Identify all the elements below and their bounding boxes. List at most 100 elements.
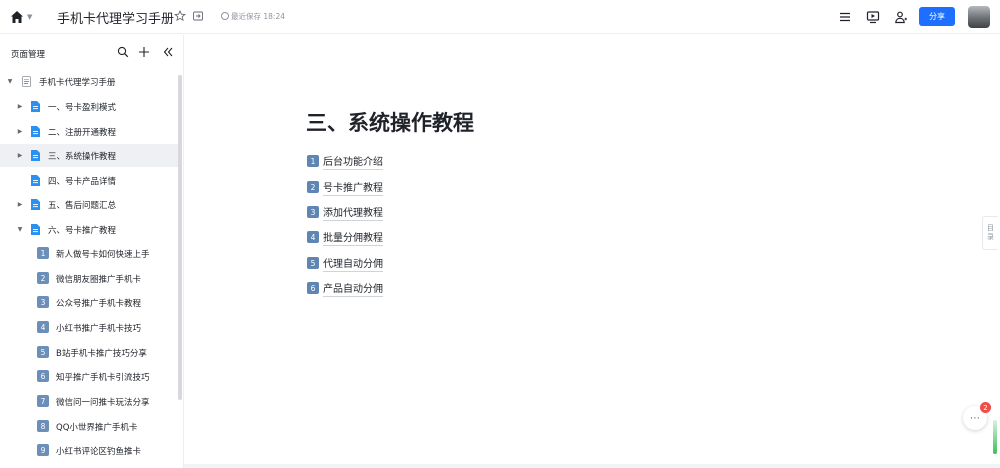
toc-link-label: 代理自动分佣 (323, 255, 383, 272)
more-icon: ⋯ (970, 412, 980, 424)
toc-link[interactable]: 4 批量分佣教程 (307, 229, 383, 246)
chevron-right-icon[interactable]: ▶ (16, 103, 24, 111)
number-badge: 4 (37, 321, 49, 333)
number-badge: 1 (37, 247, 49, 259)
tree-item[interactable]: 四、号卡产品详情 (0, 169, 178, 192)
move-icon[interactable] (192, 10, 204, 22)
home-icon (11, 11, 23, 23)
toc-link-label: 后台功能介绍 (323, 153, 383, 170)
toc-link-label: 添加代理教程 (323, 204, 383, 221)
toc-link-label: 批量分佣教程 (323, 229, 383, 246)
tree-item-label: 六、号卡推广教程 (48, 225, 117, 236)
present-icon[interactable] (866, 10, 880, 24)
add-icon[interactable] (138, 46, 150, 58)
number-badge: 9 (37, 444, 49, 456)
doc-icon (31, 126, 40, 137)
document-body: 三、系统操作教程 1 后台功能介绍 2 号卡推广教程 3 添加代理教程 4 批量… (185, 35, 1000, 468)
number-badge: 1 (307, 155, 319, 167)
toc-link-label: 产品自动分佣 (323, 280, 383, 297)
tree-child-label: 知乎推广手机卡引流技巧 (56, 372, 150, 383)
tree-child[interactable]: 9 小红书评论区钓鱼推卡 (0, 439, 178, 462)
avatar[interactable] (968, 6, 990, 28)
number-badge: 7 (37, 395, 49, 407)
doc-icon (31, 101, 40, 112)
chevron-right-icon[interactable]: ▶ (16, 128, 24, 136)
number-badge: 3 (307, 206, 319, 218)
number-badge: 4 (307, 231, 319, 243)
tree-child[interactable]: 1 新人做号卡如何快速上手 (0, 242, 178, 265)
tree-child-label: 小红书评论区钓鱼推卡 (56, 446, 142, 457)
tree-child-label: 公众号推广手机卡教程 (56, 298, 142, 309)
tree-child-label: 微信问一问推卡玩法分享 (56, 397, 150, 408)
progress-indicator (993, 420, 997, 454)
toc-link-label: 号卡推广教程 (323, 179, 383, 196)
tree-item-label: 四、号卡产品详情 (48, 176, 117, 187)
chevron-down-icon[interactable]: ▼ (16, 226, 24, 234)
collaborators-icon[interactable] (894, 10, 908, 24)
chevron-right-icon[interactable]: ▶ (16, 201, 24, 209)
tree-root[interactable]: ▼ 手机卡代理学习手册 (0, 70, 178, 93)
number-badge: 8 (37, 420, 49, 432)
toc-link[interactable]: 5 代理自动分佣 (307, 255, 383, 272)
number-badge: 5 (307, 257, 319, 269)
outline-label-2: 录 (987, 233, 994, 241)
tree-child[interactable]: 2 微信朋友圈推广手机卡 (0, 267, 178, 290)
star-icon[interactable] (174, 10, 186, 22)
tree-item-label: 五、售后问题汇总 (48, 200, 117, 211)
saved-check-icon (221, 12, 229, 20)
tree-item-label: 二、注册开通教程 (48, 127, 117, 138)
menu-icon[interactable] (838, 10, 852, 24)
tree-item[interactable]: ▶ 五、售后问题汇总 (0, 193, 178, 216)
tree-child[interactable]: 5 B站手机卡推广技巧分享 (0, 341, 178, 364)
tree-child[interactable]: 3 公众号推广手机卡教程 (0, 291, 178, 314)
toc-link[interactable]: 1 后台功能介绍 (307, 153, 383, 170)
number-badge: 2 (37, 272, 49, 284)
tree-item-active[interactable]: ▶ 三、系统操作教程 (0, 144, 178, 167)
chevron-down-icon: ▼ (27, 13, 33, 21)
toc-link[interactable]: 2 号卡推广教程 (307, 179, 383, 196)
number-badge: 2 (307, 181, 319, 193)
share-button[interactable]: 分享 (919, 7, 955, 26)
doc-title[interactable]: 手机卡代理学习手册 (57, 8, 174, 27)
top-bar: ▼ 手机卡代理学习手册 最近保存 18:24 分享 (0, 0, 1000, 34)
chevron-right-icon[interactable]: ▶ (16, 152, 24, 160)
page-title: 三、系统操作教程 (306, 111, 474, 135)
doc-icon (31, 175, 40, 186)
doc-icon (31, 224, 40, 235)
tree-item[interactable]: ▶ 一、号卡盈利模式 (0, 95, 178, 118)
bottom-divider (184, 464, 1000, 468)
document-stack-icon (22, 76, 31, 87)
doc-icon (31, 199, 40, 210)
tree-root-label: 手机卡代理学习手册 (39, 77, 116, 88)
tree-child-label: 新人做号卡如何快速上手 (56, 249, 150, 260)
toc-link[interactable]: 3 添加代理教程 (307, 204, 383, 221)
tree-child-label: 小红书推广手机卡技巧 (56, 323, 142, 334)
notification-badge: 2 (980, 402, 991, 413)
tree-item-label: 一、号卡盈利模式 (48, 102, 117, 113)
doc-icon (31, 150, 40, 161)
tree-child[interactable]: 8 QQ小世界推广手机卡 (0, 415, 178, 438)
tree-item[interactable]: ▼ 六、号卡推广教程 (0, 218, 178, 241)
search-icon[interactable] (117, 46, 129, 58)
toc-link[interactable]: 6 产品自动分佣 (307, 280, 383, 297)
tree-child[interactable]: 6 知乎推广手机卡引流技巧 (0, 365, 178, 388)
tree-child[interactable]: 7 微信问一问推卡玩法分享 (0, 390, 178, 413)
home-menu[interactable]: ▼ (10, 9, 38, 25)
chevron-down-icon[interactable]: ▼ (6, 78, 14, 86)
collapse-sidebar-icon[interactable] (162, 46, 174, 58)
number-badge: 6 (37, 370, 49, 382)
number-badge: 5 (37, 346, 49, 358)
outline-toggle[interactable]: 目 录 (982, 216, 998, 250)
tree-child-label: 微信朋友圈推广手机卡 (56, 274, 142, 285)
tree-child-label: QQ小世界推广手机卡 (56, 422, 138, 433)
outline-label-1: 目 (987, 224, 994, 232)
tree-item[interactable]: ▶ 二、注册开通教程 (0, 120, 178, 143)
tree-item-label: 三、系统操作教程 (48, 151, 117, 162)
tree-child[interactable]: 4 小红书推广手机卡技巧 (0, 316, 178, 339)
sidebar-scrollbar[interactable] (178, 75, 182, 400)
tree-child-label: B站手机卡推广技巧分享 (56, 348, 147, 359)
number-badge: 6 (307, 282, 319, 294)
sidebar-title: 页面管理 (11, 50, 46, 60)
number-badge: 3 (37, 296, 49, 308)
saved-status: 最近保存 18:24 (221, 11, 285, 22)
